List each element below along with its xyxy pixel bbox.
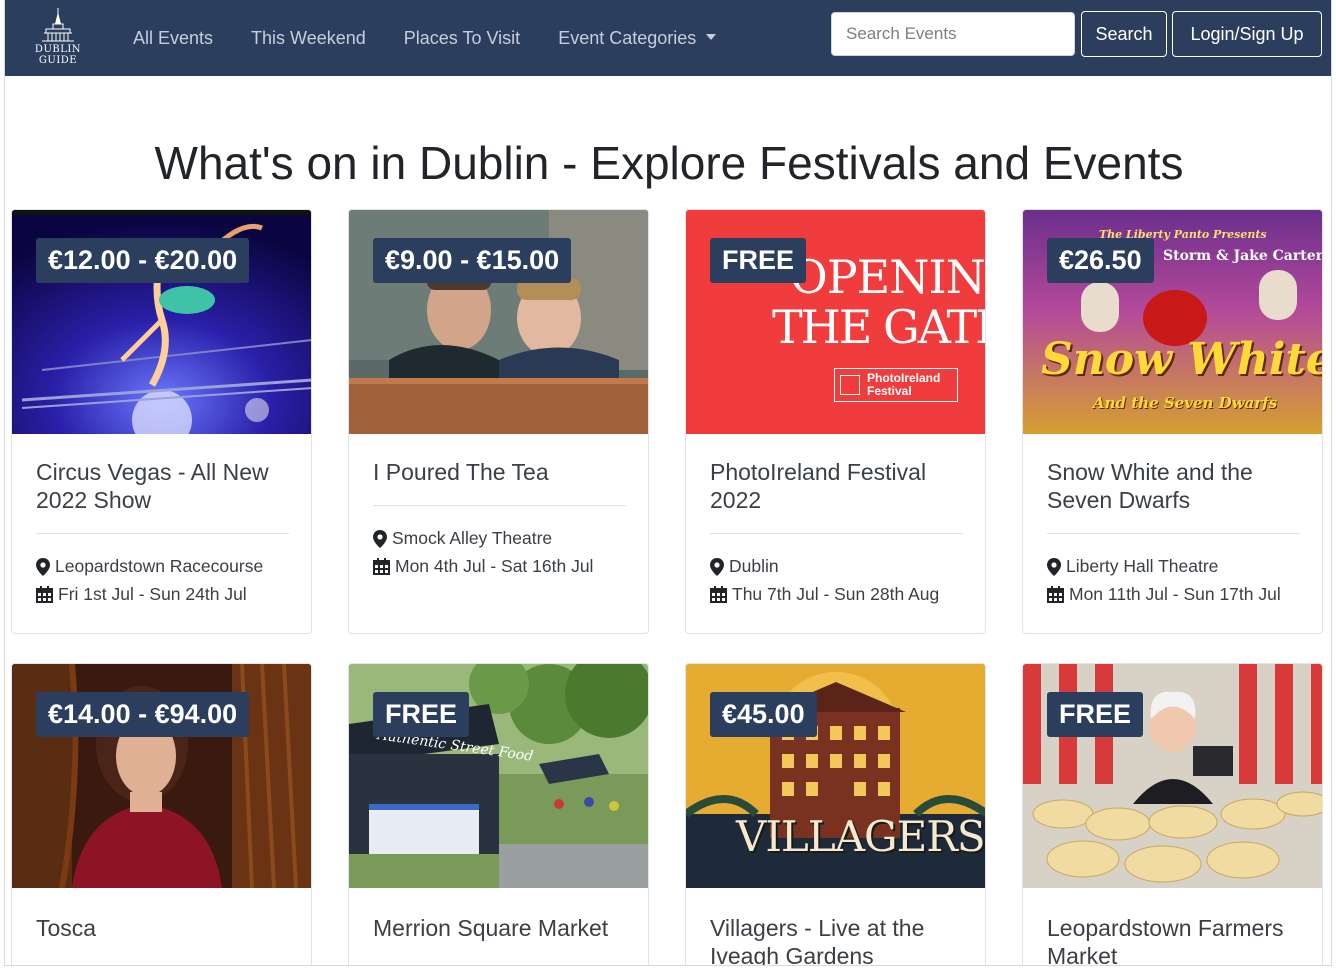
event-card[interactable]: The Liberty Panto Presents Storm & Jake … — [1022, 209, 1323, 634]
event-venue-label: Dublin — [729, 556, 779, 576]
event-venue: Leopardstown Racecourse — [36, 556, 263, 577]
event-card[interactable]: €12.00 - €20.00 Circus Vegas - All New 2… — [11, 209, 312, 634]
map-marker-icon — [1047, 557, 1061, 576]
street-food-market-image[interactable]: Authentic Street Food FREE — [349, 664, 648, 888]
event-dates-label: Mon 4th Jul - Sat 16th Jul — [395, 556, 594, 576]
calendar-icon — [373, 558, 390, 575]
event-card[interactable]: €9.00 - €15.00 I Poured The Tea Smock Al… — [348, 209, 649, 634]
event-dates: Mon 11th Jul - Sun 17th Jul — [1047, 584, 1281, 605]
price-badge: €14.00 - €94.00 — [36, 692, 250, 737]
price-badge: €9.00 - €15.00 — [373, 238, 572, 283]
event-dates: Mon 4th Jul - Sat 16th Jul — [373, 556, 593, 577]
event-venue-label: Smock Alley Theatre — [392, 528, 553, 548]
price-badge: €12.00 - €20.00 — [36, 238, 250, 283]
page: DUBLIN GUIDE All Events This Weekend Pla… — [4, 0, 1332, 966]
page-title: What's on in Dublin - Explore Festivals … — [154, 137, 1184, 189]
poster-title: VILLAGERS — [736, 812, 985, 861]
cheese-stall-image[interactable]: FREE — [1023, 664, 1322, 888]
nav-all-events[interactable]: All Events — [133, 28, 213, 49]
calendar-icon — [710, 586, 727, 603]
event-card[interactable]: VILLAGERS €45.00 Villagers - Live at the… — [685, 663, 986, 965]
map-marker-icon — [710, 557, 724, 576]
calendar-icon — [36, 586, 53, 603]
poster-logo-text-1: PhotoIreland — [867, 371, 941, 385]
two-men-peeking-image[interactable]: €9.00 - €15.00 — [349, 210, 648, 434]
tosca-portrait-image[interactable]: €14.00 - €94.00 — [12, 664, 311, 888]
card-divider — [710, 533, 963, 534]
login-signup-button[interactable]: Login/Sign Up — [1172, 11, 1322, 57]
event-venue: Liberty Hall Theatre — [1047, 556, 1218, 577]
event-card[interactable]: Authentic Street Food FREE Merrion Squar… — [348, 663, 649, 965]
event-title[interactable]: Tosca — [36, 914, 291, 942]
event-title[interactable]: Villagers - Live at the Iveagh Gardens — [710, 914, 965, 965]
event-dates: Thu 7th Jul - Sun 28th Aug — [710, 584, 939, 605]
map-marker-icon — [373, 529, 387, 548]
event-dates-label: Fri 1st Jul - Sun 24th Jul — [58, 584, 247, 604]
caret-down-icon — [706, 33, 717, 40]
calendar-icon — [1047, 586, 1064, 603]
nav-this-weekend[interactable]: This Weekend — [251, 28, 366, 49]
card-divider — [36, 533, 289, 534]
brand-logo[interactable]: DUBLIN GUIDE — [15, 8, 101, 68]
poster-line-2: THE GATE — [772, 300, 986, 354]
nav-event-categories-dropdown[interactable]: Event Categories — [558, 27, 717, 49]
event-dates-label: Thu 7th Jul - Sun 28th Aug — [732, 584, 940, 604]
price-badge: €26.50 — [1047, 238, 1154, 283]
poster-line-2: Storm & Jake Carter in — [1163, 248, 1323, 264]
poster-line-1: OPENING — [790, 250, 985, 304]
performer-photo-left — [1081, 282, 1119, 332]
event-venue: Smock Alley Theatre — [373, 528, 552, 549]
opening-the-gate-poster-image[interactable]: OPENING THE GATE PhotoIreland Festival F… — [686, 210, 986, 434]
event-title[interactable]: Leopardstown Farmers Market — [1047, 914, 1302, 965]
poster-logo-icon — [840, 375, 860, 395]
event-venue: Dublin — [710, 556, 779, 577]
card-divider — [373, 505, 626, 506]
navbar: DUBLIN GUIDE All Events This Weekend Pla… — [5, 0, 1331, 76]
search-button[interactable]: Search — [1081, 11, 1167, 57]
price-badge: €45.00 — [710, 692, 817, 737]
event-card[interactable]: €14.00 - €94.00 Tosca — [11, 663, 312, 965]
performer-photo-right — [1259, 270, 1297, 320]
event-card[interactable]: OPENING THE GATE PhotoIreland Festival F… — [685, 209, 986, 634]
nav-event-categories-label: Event Categories — [558, 27, 697, 48]
event-card[interactable]: FREE Leopardstown Farmers Market — [1022, 663, 1323, 965]
villagers-poster-image[interactable]: VILLAGERS €45.00 — [686, 664, 985, 888]
event-venue-label: Leopardstown Racecourse — [55, 556, 264, 576]
price-badge: FREE — [1047, 692, 1144, 737]
event-title[interactable]: Merrion Square Market — [373, 914, 628, 942]
event-title[interactable]: PhotoIreland Festival 2022 — [710, 458, 965, 514]
event-title[interactable]: Circus Vegas - All New 2022 Show — [36, 458, 291, 514]
poster-line-4: And the Seven Dwarfs — [1093, 394, 1278, 412]
poster-logo-box: PhotoIreland Festival — [834, 368, 958, 402]
price-badge: FREE — [373, 692, 470, 737]
poster-logo-text-2: Festival — [867, 384, 912, 398]
circus-aerialist-image[interactable]: €12.00 - €20.00 — [12, 210, 311, 434]
poster-line-3: Snow White — [1041, 334, 1323, 385]
map-marker-icon — [36, 557, 50, 576]
spire-logo-icon — [42, 8, 74, 42]
nav-links: All Events This Weekend Places To Visit … — [133, 0, 754, 76]
snow-white-panto-poster-image[interactable]: The Liberty Panto Presents Storm & Jake … — [1023, 210, 1323, 434]
event-dates-label: Mon 11th Jul - Sun 17th Jul — [1069, 584, 1281, 604]
search-input[interactable] — [831, 12, 1075, 56]
brand-text: DUBLIN GUIDE — [34, 44, 82, 66]
price-badge: FREE — [710, 238, 807, 283]
event-title[interactable]: I Poured The Tea — [373, 458, 628, 486]
event-title[interactable]: Snow White and the Seven Dwarfs — [1047, 458, 1302, 514]
event-venue-label: Liberty Hall Theatre — [1066, 556, 1219, 576]
event-dates: Fri 1st Jul - Sun 24th Jul — [36, 584, 247, 605]
card-divider — [1047, 533, 1300, 534]
nav-places-to-visit[interactable]: Places To Visit — [404, 28, 520, 49]
